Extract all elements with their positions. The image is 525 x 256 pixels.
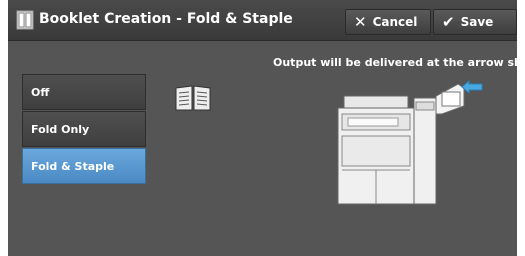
save-label: Save [460, 15, 494, 29]
option-label: Fold & Staple [31, 159, 115, 173]
option-off[interactable]: Off [22, 74, 146, 110]
option-fold-only[interactable]: Fold Only [22, 111, 146, 147]
x-icon: ✕ [354, 12, 367, 31]
output-hint: Output will be delivered at the arrow sh… [273, 56, 517, 69]
checkmark-icon: ✔ [442, 12, 455, 31]
booklet-icon [16, 10, 34, 30]
open-book-icon [175, 85, 211, 111]
option-label: Fold Only [31, 122, 90, 136]
screen: Booklet Creation - Fold & Staple ✕ Cance… [8, 0, 517, 256]
cancel-label: Cancel [372, 15, 418, 29]
page-title: Booklet Creation - Fold & Staple [39, 11, 293, 27]
machine-illustration [337, 83, 465, 205]
option-fold-staple[interactable]: Fold & Staple [22, 148, 146, 184]
title-bar: Booklet Creation - Fold & Staple ✕ Cance… [8, 0, 517, 41]
fold-options: Off Fold Only Fold & Staple [22, 74, 146, 185]
option-label: Off [31, 85, 50, 99]
save-button[interactable]: ✔ Save [433, 9, 517, 35]
output-arrow-icon [461, 80, 483, 94]
cancel-button[interactable]: ✕ Cancel [345, 9, 431, 35]
